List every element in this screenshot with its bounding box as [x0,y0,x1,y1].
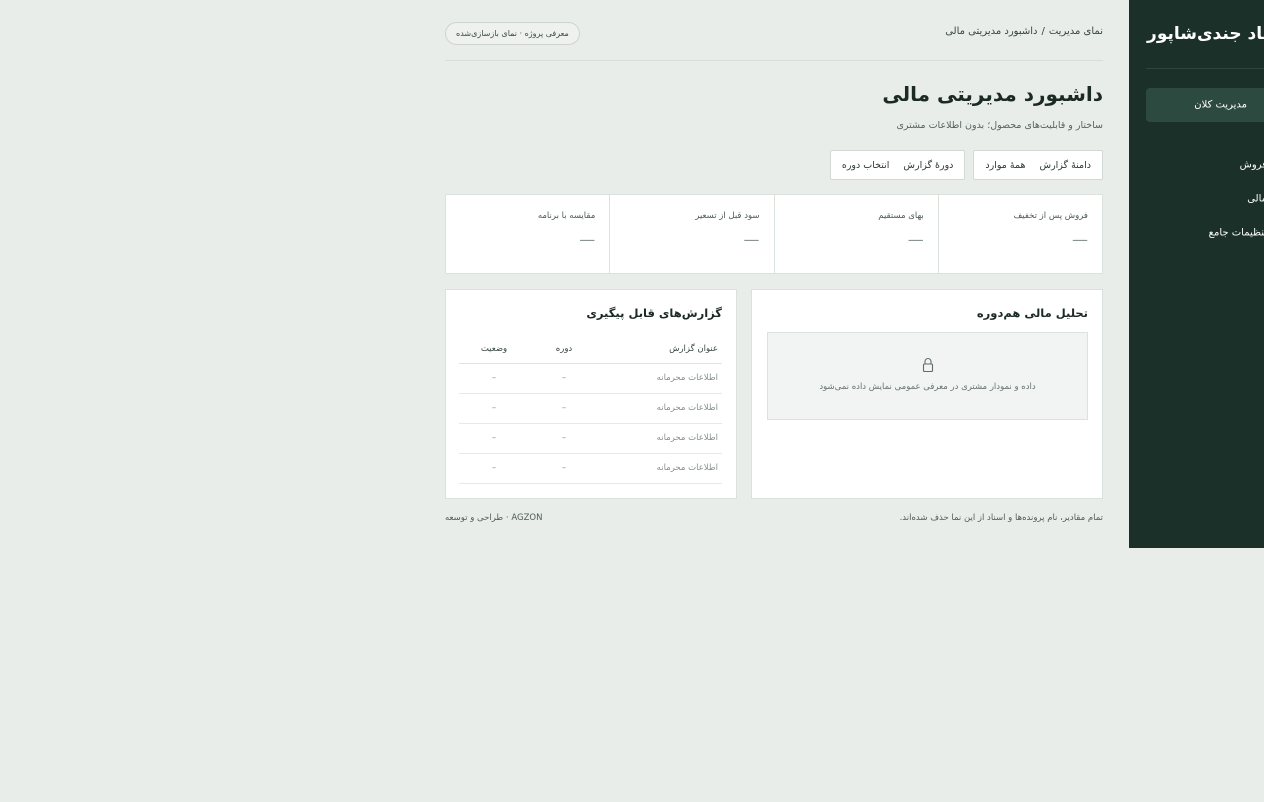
sidebar-item-overview[interactable]: مدیریت کلان [1146,88,1264,122]
kpi-label: مقایسه با برنامه [537,211,596,221]
kpi-row: فروش پس از تخفیف — بهای مستقیم — سود قبل… [445,194,1103,274]
kpi-value: — [1072,230,1088,249]
cell-title: اطلاعات محرمانه [599,423,722,454]
sidebar-item-label: مدیریت کلان [1194,99,1247,111]
panels-row: تحلیل مالی هم‌دوره داده و نمودار مشتری د… [445,289,1103,499]
breadcrumb-root[interactable]: نمای مدیریت [1049,26,1103,37]
table-row[interactable]: اطلاعات محرمانه – – [459,453,722,484]
sidebar-item-label: مالی [1247,193,1264,205]
kpi-card-direct-cost: بهای مستقیم — [773,195,938,273]
table-header-row: عنوان گزارش دوره وضعیت [459,335,722,364]
cell-status: – [459,393,529,424]
breadcrumb: نمای مدیریت /داشبورد مدیریتی مالی [945,26,1103,37]
cell-title: اطلاعات محرمانه [599,393,722,424]
cell-status: – [459,363,529,394]
sidebar-item-sales[interactable]: فروش [1146,148,1264,182]
column-header-title: عنوان گزارش [599,335,722,364]
main-content: نمای مدیریت/داشبورد مدیریتی مالی معرفی پ… [445,0,1103,523]
sidebar-nav: مدیریت کلان فروش مالی تنظیمات جامع [1146,88,1264,250]
kpi-value: — [579,230,596,249]
filter-value: همهٔ موارد [985,159,1026,171]
sidebar-item-label: تنظیمات جامع [1208,227,1264,239]
cell-title: اطلاعات محرمانه [599,453,722,484]
kpi-card-profit: سود قبل از تسعیر — [609,195,773,273]
filter-report-scope[interactable]: دامنهٔ گزارش همهٔ موارد [973,150,1103,180]
column-header-status: وضعیت [459,335,529,364]
sidebar: یاد جندی‌شاپور مدیریت کلان فروش مالی تنظ… [1129,0,1264,548]
kpi-card-net-sales: فروش پس از تخفیف — [937,195,1102,273]
topbar: نمای مدیریت /داشبورد مدیریتی مالی معرفی پ… [445,0,1103,61]
filter-value: انتخاب دوره [841,159,890,171]
cell-title: اطلاعات محرمانه [599,363,722,394]
cell-status: – [459,423,529,454]
sidebar-divider [1146,68,1264,69]
page-title: داشبورد مدیریتی مالی [882,82,1103,106]
filter-bar: دامنهٔ گزارش همهٔ موارد دورهٔ گزارش انتخ… [829,150,1103,180]
breadcrumb-separator: / [1041,26,1045,37]
cell-period: – [529,453,599,484]
filter-label: دامنهٔ گزارش [1039,159,1091,171]
reports-panel: گزارش‌های قابل پیگیری عنوان گزارش دوره و… [445,289,737,499]
cell-period: – [529,393,599,424]
lock-icon [922,358,933,373]
sidebar-item-settings[interactable]: تنظیمات جامع [1146,216,1264,250]
cell-period: – [529,423,599,454]
analysis-panel: تحلیل مالی هم‌دوره داده و نمودار مشتری د… [751,289,1103,499]
kpi-value: — [907,230,924,249]
panel-title: گزارش‌های قابل پیگیری [586,306,722,320]
filter-label: دورهٔ گزارش [903,159,954,171]
panel-title: تحلیل مالی هم‌دوره [976,306,1088,320]
cell-status: – [459,453,529,484]
cell-period: – [529,363,599,394]
project-intro-pill[interactable]: معرفی پروژه · نمای بازسازی‌شده [445,22,580,45]
kpi-label: بهای مستقیم [878,211,924,221]
kpi-label: سود قبل از تسعیر [695,211,760,221]
kpi-card-plan-comparison: مقایسه با برنامه — [446,195,609,273]
sidebar-item-finance[interactable]: مالی [1146,182,1264,216]
brand-name: جندی‌شاپور [1147,24,1242,44]
sidebar-item-label: فروش [1239,159,1264,171]
table-row[interactable]: اطلاعات محرمانه – – [459,423,722,454]
footer-credit[interactable]: AGZON · طراحی و توسعه [445,513,542,523]
kpi-label: فروش پس از تخفیف [1013,211,1088,221]
locked-message: داده و نمودار مشتری در معرفی عمومی نمایش… [819,382,1036,392]
reports-table: عنوان گزارش دوره وضعیت اطلاعات محرمانه –… [459,335,722,484]
column-header-period: دوره [529,335,599,364]
breadcrumb-current: داشبورد مدیریتی مالی [945,26,1038,37]
locked-chart-placeholder: داده و نمودار مشتری در معرفی عمومی نمایش… [767,332,1088,420]
table-row[interactable]: اطلاعات محرمانه – – [459,363,722,394]
table-row[interactable]: اطلاعات محرمانه – – [459,393,722,424]
filter-report-period[interactable]: دورهٔ گزارش انتخاب دوره [829,150,966,180]
kpi-value: — [743,230,760,249]
brand-prefix: یاد [1247,24,1264,44]
page-subtitle: ساختار و قابلیت‌های محصول؛ بدون اطلاعات … [896,120,1103,131]
brand-title: یاد جندی‌شاپور [1147,24,1264,44]
footer-note: تمام مقادیر، نام پرونده‌ها و اسناد از ای… [899,513,1103,523]
